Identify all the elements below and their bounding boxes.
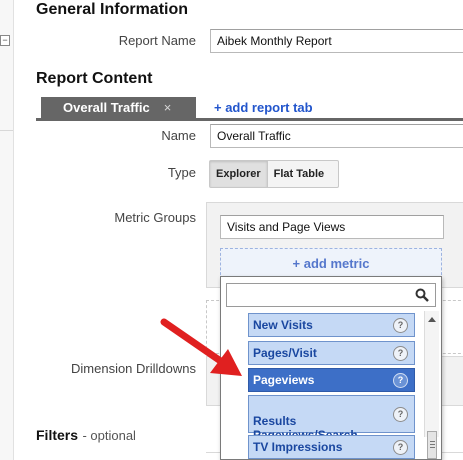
left-divider [0,130,13,131]
help-icon[interactable]: ? [393,373,408,388]
filters-title: Filters [36,427,79,443]
metric-search-input[interactable] [226,283,436,307]
close-icon[interactable]: × [164,100,172,115]
list-item-results-pageviews-search[interactable]: Results Pageviews/Search ? [248,395,415,442]
type-explorer-button[interactable]: Explorer [210,161,268,187]
dropdown-scrollbar[interactable] [424,311,439,459]
list-item-label: Pages/Visit [253,346,317,360]
left-panel-strip [0,0,14,460]
list-item-pageviews[interactable]: Pageviews ? [248,368,415,392]
list-item-pages-visit[interactable]: Pages/Visit ? [248,341,415,365]
tab-name-input[interactable]: Overall Traffic [210,124,463,148]
general-information-heading: General Information [36,1,189,18]
list-item-new-visits[interactable]: New Visits ? [248,313,415,337]
tab-overall-traffic[interactable]: Overall Traffic × [41,97,196,119]
add-report-tab-link[interactable]: + add report tab [214,100,313,115]
filters-heading: Filters - optional [36,427,136,445]
name-label: Name [161,128,196,143]
tab-label: Overall Traffic [63,100,150,115]
metric-groups-label: Metric Groups [114,210,196,225]
list-item-label: Pageviews [253,373,315,387]
scrollbar-thumb[interactable] [427,431,437,459]
type-flat-table-button[interactable]: Flat Table [268,161,331,187]
help-icon[interactable]: ? [393,346,408,361]
search-icon [415,288,429,302]
help-icon[interactable]: ? [393,318,408,333]
help-icon[interactable]: ? [393,407,408,422]
report-name-label: Report Name [118,33,196,48]
list-item-tv-impressions[interactable]: TV Impressions ? [248,435,415,459]
scroll-up-arrow-icon[interactable] [428,317,436,322]
red-arrow-annotation [160,318,242,376]
report-name-input[interactable]: Aibek Monthly Report [210,29,463,53]
report-content-heading: Report Content [36,70,153,87]
list-item-label: New Visits [253,318,313,332]
metric-group-name-input[interactable]: Visits and Page Views [220,215,444,239]
help-icon[interactable]: ? [393,440,408,455]
type-selector: Explorer Flat Table [209,160,339,188]
list-item-label: TV Impressions [253,440,343,454]
collapse-icon[interactable]: − [0,35,10,46]
tab-underline [36,118,463,121]
metric-dropdown: New Visits ? Pages/Visit ? Pageviews ? R… [220,276,442,460]
filters-optional-label: - optional [82,428,136,443]
type-label: Type [167,165,196,180]
